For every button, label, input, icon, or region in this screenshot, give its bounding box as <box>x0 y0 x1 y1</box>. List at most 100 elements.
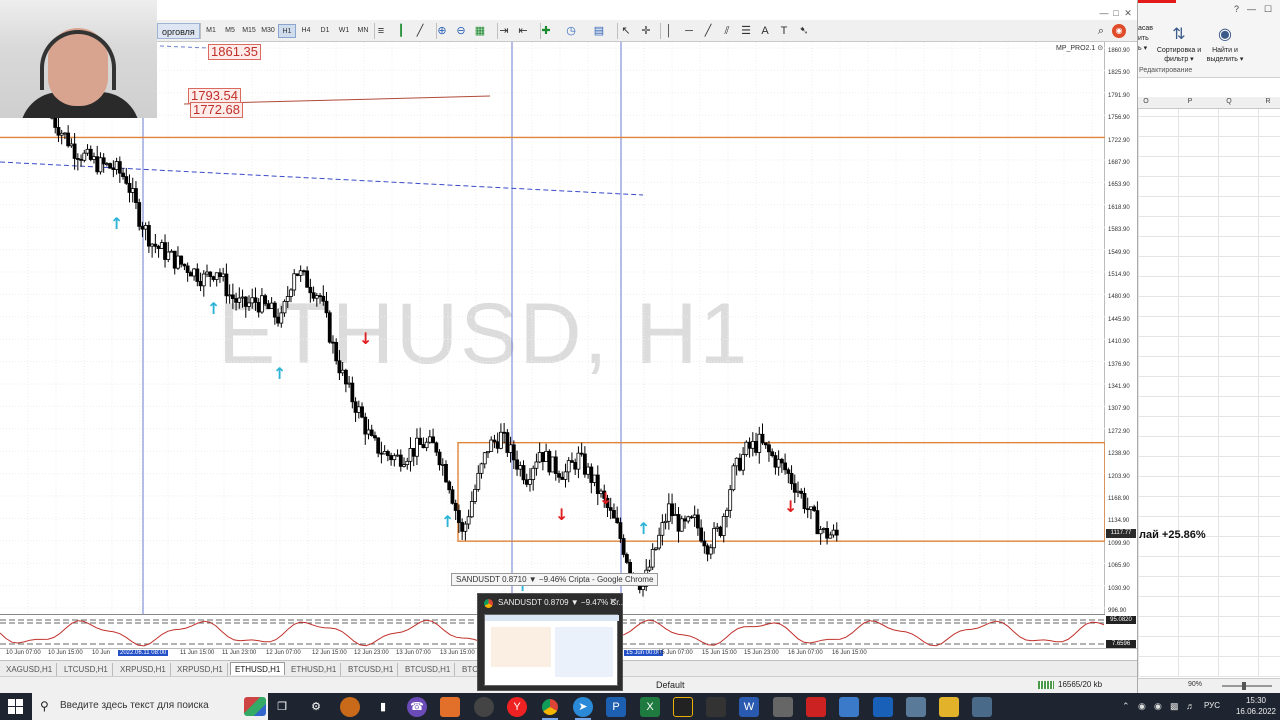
chrome-icon[interactable] <box>540 697 560 720</box>
horizontal-line-icon[interactable]: ─ <box>682 24 696 38</box>
column-header[interactable]: R <box>1248 98 1280 105</box>
symbol-tab[interactable]: BTCUSD,H1 <box>401 663 456 676</box>
candle-body <box>134 188 138 203</box>
telegram-icon[interactable]: ➤ <box>573 697 593 720</box>
timeframe-mn-button[interactable]: MN <box>354 24 372 38</box>
yandex-icon[interactable]: Y <box>507 697 527 717</box>
sheet-grid[interactable] <box>1138 97 1280 677</box>
folder-icon[interactable] <box>939 697 959 717</box>
app-icon[interactable] <box>839 697 859 717</box>
bar-chart-icon[interactable]: ≡ <box>374 24 388 38</box>
zoom-slider[interactable] <box>1222 685 1272 687</box>
notifications-icon[interactable]: ◉ <box>1112 24 1126 38</box>
settings-icon[interactable]: ⚙ <box>306 697 326 717</box>
grid-icon[interactable]: ▦ <box>473 24 487 38</box>
app-icon[interactable] <box>972 697 992 717</box>
search-icon[interactable]: ⌕ <box>1094 24 1108 38</box>
symbol-tab[interactable]: ETHUSD,H1 <box>230 662 286 675</box>
timeframe-m5-button[interactable]: M5 <box>221 24 239 38</box>
network-icon[interactable]: ▩ <box>1170 701 1179 712</box>
close-icon[interactable]: ✕ <box>609 597 617 608</box>
symbol-tab[interactable]: XAGUSD,H1 <box>2 663 58 676</box>
chart-canvas[interactable]: ↑↑↑↑↑↑↑↓↓↓↓ <box>0 42 1105 614</box>
candle-chart-icon[interactable]: ┃ <box>394 24 408 38</box>
file-icon[interactable]: ▮ <box>373 697 393 717</box>
binance-icon[interactable] <box>673 697 693 717</box>
period-icon[interactable]: ◷ <box>564 24 578 38</box>
search-input[interactable]: Введите здесь текст для поиска <box>60 700 209 711</box>
app-icon[interactable] <box>440 697 460 717</box>
timeframe-h4-button[interactable]: H4 <box>297 24 315 38</box>
volume-icon[interactable]: ♬ <box>1186 701 1195 711</box>
candle-body <box>395 454 400 457</box>
arrows-icon[interactable]: ➷ <box>797 24 811 38</box>
fibonacci-icon[interactable]: ☰ <box>739 24 753 38</box>
line-chart-icon[interactable]: ╱ <box>413 24 427 38</box>
horizontal-line-label[interactable]: 1772.68 <box>190 102 243 118</box>
chart-app-icon[interactable] <box>873 697 893 717</box>
taskbar-search[interactable]: ⚲ Введите здесь текст для поиска <box>32 693 268 720</box>
minimize-icon[interactable]: — <box>1247 4 1256 14</box>
word-icon[interactable]: W <box>739 697 759 717</box>
app-icon[interactable] <box>806 697 826 717</box>
indicators-icon[interactable]: ✚ <box>539 24 553 38</box>
app-icon[interactable]: P <box>606 697 626 717</box>
zoom-slider-handle[interactable] <box>1242 682 1246 690</box>
timeframe-h1-button[interactable]: H1 <box>278 24 296 38</box>
app-icon[interactable] <box>474 697 494 717</box>
chevron-up-icon[interactable]: ⌃ <box>1122 701 1130 712</box>
find-select-button[interactable]: ◉ Найти и выделить ▾ <box>1200 24 1250 64</box>
restore-icon[interactable]: ☐ <box>1264 4 1272 14</box>
symbol-tab[interactable]: XRPUSD,H1 <box>173 663 228 676</box>
app-icon[interactable] <box>706 697 726 717</box>
autoscroll-icon[interactable]: ⇥ <box>497 24 511 38</box>
restore-icon[interactable]: □ <box>1110 8 1122 18</box>
symbol-tab[interactable]: LTCUSD,H1 <box>60 663 113 676</box>
language-indicator[interactable]: РУС <box>1204 701 1220 710</box>
minimize-icon[interactable]: — <box>1098 8 1110 18</box>
excel-icon[interactable]: X <box>640 697 660 717</box>
app-icon[interactable] <box>340 697 360 717</box>
preview-thumbnail[interactable] <box>484 614 619 686</box>
label-icon[interactable]: T <box>777 24 791 38</box>
column-header[interactable]: Q <box>1209 98 1249 105</box>
task-view-icon[interactable]: ❐ <box>272 697 292 717</box>
timeframe-d1-button[interactable]: D1 <box>316 24 334 38</box>
zoom-in-icon[interactable]: ⊕ <box>435 24 449 38</box>
tray-icon[interactable]: ◉ <box>1138 701 1146 712</box>
symbol-tab[interactable]: BTCUSD,H1 <box>344 663 399 676</box>
tray-icon[interactable]: ◉ <box>1154 701 1162 712</box>
symbol-tab[interactable]: XRPUSD,H1 <box>116 663 171 676</box>
menu-trade[interactable]: орговля <box>157 23 200 39</box>
timeframe-m1-button[interactable]: M1 <box>202 24 220 38</box>
help-icon[interactable]: ? <box>1234 4 1239 14</box>
timeframe-m15-button[interactable]: M15 <box>240 24 258 38</box>
app-icon[interactable] <box>773 697 793 717</box>
sheet-cell[interactable]: лай +25.86% <box>1139 529 1206 541</box>
clock[interactable]: 15:30 16.06.2022 <box>1234 695 1278 717</box>
templates-icon[interactable]: ▤ <box>592 24 606 38</box>
windows-start-icon[interactable] <box>8 699 23 714</box>
vertical-line-icon[interactable]: │ <box>662 24 676 38</box>
price-chart[interactable]: ETHUSD, H1 ↑↑↑↑↑↑↑↓↓↓↓ MP_PRO2.1 ⊙ 1861.… <box>0 42 1105 614</box>
trendline-icon[interactable]: ╱ <box>701 24 715 38</box>
viber-icon[interactable]: ☎ <box>407 697 427 717</box>
cursor-icon[interactable]: ↖ <box>619 24 633 38</box>
horizontal-line-label[interactable]: 1861.35 <box>208 44 261 60</box>
excel-window: ?—☐✕ асав ить ь ▾ ⇅ Сортировка и фильтр … <box>1137 0 1280 693</box>
crosshair-icon[interactable]: ✛ <box>639 24 653 38</box>
text-icon[interactable]: A <box>758 24 772 38</box>
timeframe-m30-button[interactable]: M30 <box>259 24 277 38</box>
column-header[interactable]: P <box>1170 98 1210 105</box>
chart-shift-icon[interactable]: ⇤ <box>516 24 530 38</box>
zoom-out-icon[interactable]: ⊖ <box>454 24 468 38</box>
timeframe-w1-button[interactable]: W1 <box>335 24 353 38</box>
column-header[interactable]: O <box>1126 98 1166 105</box>
sort-filter-button[interactable]: ⇅ Сортировка и фильтр ▾ <box>1154 24 1204 64</box>
symbol-tab[interactable]: ETHUSD,H1 <box>287 663 342 676</box>
app-icon[interactable] <box>906 697 926 717</box>
close-icon[interactable]: ✕ <box>1122 8 1134 19</box>
candle-body <box>528 479 532 485</box>
chrome-taskbar-preview[interactable]: SANDUSDT 0.8709 ▼ −9.47% Cr... ✕ <box>477 593 625 691</box>
channel-icon[interactable]: ⫽ <box>720 24 734 38</box>
